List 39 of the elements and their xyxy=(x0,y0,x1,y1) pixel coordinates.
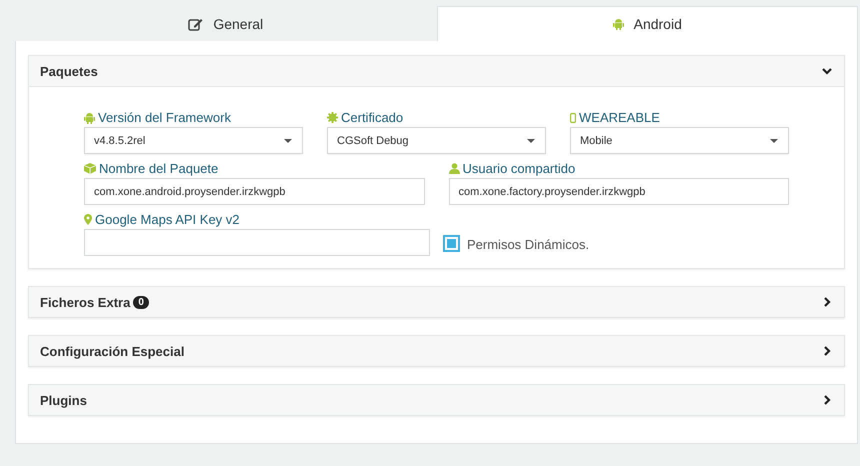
dropdown[interactable]: Mobile xyxy=(570,127,789,154)
checkbox[interactable] xyxy=(443,235,460,252)
panel-header[interactable]: Plugins xyxy=(29,385,844,415)
input-field[interactable]: com.xone.android.proysender.irzkwgpb xyxy=(84,178,424,205)
map-pin-icon xyxy=(84,214,92,225)
user-icon xyxy=(448,163,460,174)
field-label: Google Maps API Key v2 xyxy=(95,212,240,227)
field-label: Usuario compartido xyxy=(462,161,576,176)
dropdown[interactable]: CGSoft Debug xyxy=(327,127,546,154)
panel-header[interactable]: Configuración Especial xyxy=(29,336,844,366)
tab[interactable]: Android xyxy=(436,6,858,41)
chevron-right-icon xyxy=(822,346,832,356)
checkbox-label: Permisos Dinámicos. xyxy=(467,237,590,252)
field-label: Nombre del Paquete xyxy=(99,161,218,176)
dropdown-caret-icon xyxy=(527,138,535,142)
field-label: Certificado xyxy=(341,110,404,125)
chevron-right-icon xyxy=(822,297,832,307)
gear-icon xyxy=(327,112,338,123)
mobile-phone-icon xyxy=(570,112,576,122)
android-icon xyxy=(612,18,624,30)
dropdown-caret-icon xyxy=(770,138,778,142)
field-label: WEAREABLE xyxy=(579,110,660,125)
field-label: Versión del Framework xyxy=(98,110,231,125)
android-icon xyxy=(84,112,95,124)
panel-title: Ficheros Extra xyxy=(40,294,130,310)
chevron-down-icon xyxy=(822,66,832,76)
input-field[interactable] xyxy=(84,229,430,256)
panel-title: Plugins xyxy=(40,392,87,408)
panel-title: Configuración Especial xyxy=(40,344,184,358)
panel-header[interactable]: Paquetes xyxy=(29,56,844,86)
dropdown-caret-icon xyxy=(284,138,292,142)
input-field[interactable]: com.xone.factory.proysender.irzkwgpb xyxy=(448,178,789,205)
dropdown[interactable]: v4.8.5.2rel xyxy=(84,127,303,154)
cube-icon xyxy=(84,163,96,174)
chevron-right-icon xyxy=(822,395,832,405)
count-badge: 0 xyxy=(133,296,149,308)
panel-title: Paquetes xyxy=(40,64,98,78)
panel-header[interactable]: Ficheros Extra 0 xyxy=(29,287,844,317)
edit-icon xyxy=(188,18,204,30)
